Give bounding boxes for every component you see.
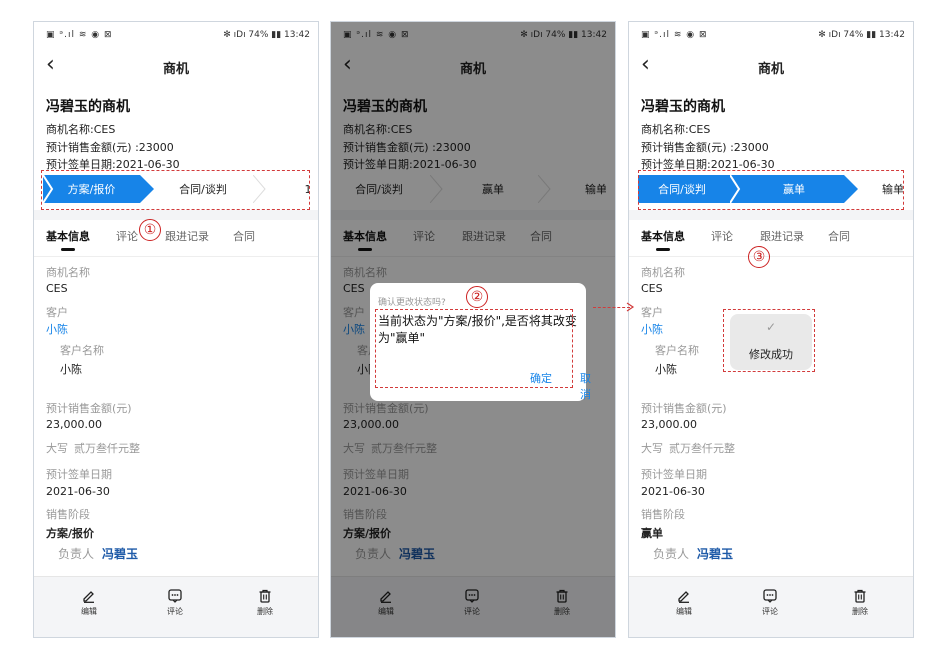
edit-label: 编辑 (676, 607, 692, 616)
comment-label: 评论 (762, 607, 778, 616)
phone-screen-1: ▣ ᵊ.ıl ≋ ◉ ⊠ ✻ ıDı 74% ▮▮ 13:42 ‹ 商机 冯碧玉… (33, 21, 319, 638)
tab-comments[interactable]: 评论 (711, 228, 733, 244)
delete-label: 删除 (257, 607, 273, 616)
field-value-name: CES (46, 282, 68, 295)
field-value-stage: 方案/报价 (46, 527, 95, 540)
tab-basic-info[interactable]: 基本信息 (46, 228, 90, 244)
status-icons: ▣ ᵊ.ıl ≋ ◉ ⊠ (641, 30, 708, 40)
trash-icon (259, 589, 271, 603)
annotation-box-toast (723, 309, 815, 372)
field-label-name: 商机名称 (641, 266, 685, 279)
trash-icon (854, 589, 866, 603)
field-value-name: CES (641, 282, 663, 295)
status-battery-time: ✻ ıDı 74% ▮▮ 13:42 (818, 30, 905, 40)
arrow-head-icon (626, 302, 635, 312)
page-title: 商机 (757, 62, 784, 77)
opportunity-name-line: 商机名称:CES (46, 123, 116, 136)
tab-basic-info[interactable]: 基本信息 (641, 228, 685, 244)
annotation-box-dialog (375, 309, 573, 388)
opportunity-title: 冯碧玉的商机 (46, 99, 130, 115)
section-separator (34, 210, 318, 220)
field-label-stage: 销售阶段 (641, 508, 685, 521)
nav-bar: ‹ 商机 (34, 48, 318, 86)
field-label-customer: 客户 (641, 306, 663, 319)
opportunity-amount-line: 预计销售金额(元) :23000 (641, 141, 769, 154)
annotation-box-stage-bar-3 (638, 170, 904, 210)
status-battery-time: ✻ ıDı 74% ▮▮ 13:42 (223, 30, 310, 40)
field-label-owner: 负责人 (653, 547, 690, 561)
annotation-arrow (593, 307, 630, 308)
tab-followups[interactable]: 跟进记录 (165, 228, 209, 244)
status-icons: ▣ ᵊ.ıl ≋ ◉ ⊠ (46, 30, 113, 40)
edit-button[interactable]: 编辑 (64, 589, 114, 617)
delete-label: 删除 (852, 607, 868, 616)
field-value-capital: 贰万叁仟元整 (669, 442, 735, 455)
status-bar: ▣ ᵊ.ıl ≋ ◉ ⊠ ✻ ıDı 74% ▮▮ 13:42 (629, 22, 913, 48)
status-bar: ▣ ᵊ.ıl ≋ ◉ ⊠ ✻ ıDı 74% ▮▮ 13:42 (34, 22, 318, 48)
field-value-customer-name: 小陈 (655, 363, 677, 376)
field-label-date: 预计签单日期 (641, 468, 707, 481)
comment-icon (168, 589, 182, 603)
field-value-owner[interactable]: 冯碧玉 (102, 545, 138, 562)
divider (34, 256, 318, 257)
tab-followups[interactable]: 跟进记录 (760, 228, 804, 244)
tab-bar: 基本信息 评论 跟进记录 合同 (629, 228, 913, 258)
field-value-date: 2021-06-30 (641, 485, 705, 498)
field-value-capital: 贰万叁仟元整 (74, 442, 140, 455)
nav-bar: ‹ 商机 (629, 48, 913, 86)
comment-icon (763, 589, 777, 603)
edit-label: 编辑 (81, 607, 97, 616)
comment-label: 评论 (167, 607, 183, 616)
section-separator (629, 210, 913, 220)
callout-step-2: ② (466, 286, 488, 308)
tab-contracts[interactable]: 合同 (233, 228, 255, 244)
tab-contracts[interactable]: 合同 (828, 228, 850, 244)
field-label-date: 预计签单日期 (46, 468, 112, 481)
field-label-amount: 预计销售金额(元) (641, 402, 727, 415)
field-label-capital: 大写 (46, 442, 68, 455)
pencil-icon (678, 591, 689, 603)
annotation-box-stage-bar-1 (41, 170, 310, 210)
field-value-customer[interactable]: 小陈 (46, 321, 68, 337)
dialog-hint: 确认更改状态吗? (378, 298, 446, 308)
opportunity-amount-line: 预计销售金额(元) :23000 (46, 141, 174, 154)
field-label-customer: 客户 (46, 306, 68, 319)
bottom-action-bar: 编辑 评论 删除 (34, 576, 318, 637)
edit-button[interactable]: 编辑 (659, 589, 709, 617)
cancel-button[interactable]: 取消 (580, 370, 591, 402)
field-label-stage: 销售阶段 (46, 508, 90, 521)
field-value-date: 2021-06-30 (46, 485, 110, 498)
comment-button[interactable]: 评论 (745, 589, 795, 617)
field-value-owner[interactable]: 冯碧玉 (697, 545, 733, 562)
delete-button[interactable]: 删除 (240, 589, 290, 617)
tab-comments[interactable]: 评论 (116, 228, 138, 244)
callout-step-1: ① (139, 219, 161, 241)
divider (629, 256, 913, 257)
tab-bar: 基本信息 评论 跟进记录 合同 (34, 228, 318, 258)
field-value-customer-name: 小陈 (60, 363, 82, 376)
opportunity-title: 冯碧玉的商机 (641, 99, 725, 115)
tab-indicator (61, 248, 75, 251)
callout-step-3: ③ (748, 246, 770, 268)
field-value-customer[interactable]: 小陈 (641, 321, 663, 337)
comment-button[interactable]: 评论 (150, 589, 200, 617)
page-title: 商机 (162, 62, 189, 77)
field-label-capital: 大写 (641, 442, 663, 455)
tab-indicator (656, 248, 670, 251)
bottom-action-bar: 编辑 评论 删除 (629, 576, 913, 637)
opportunity-name-line: 商机名称:CES (641, 123, 711, 136)
field-value-amount: 23,000.00 (641, 418, 697, 431)
field-label-customer-name: 客户名称 (655, 344, 699, 357)
field-value-amount: 23,000.00 (46, 418, 102, 431)
pencil-icon (83, 591, 94, 603)
field-label-owner: 负责人 (58, 547, 95, 561)
field-value-stage: 赢单 (641, 527, 663, 540)
delete-button[interactable]: 删除 (835, 589, 885, 617)
field-label-amount: 预计销售金额(元) (46, 402, 132, 415)
field-label-customer-name: 客户名称 (60, 344, 104, 357)
field-label-name: 商机名称 (46, 266, 90, 279)
